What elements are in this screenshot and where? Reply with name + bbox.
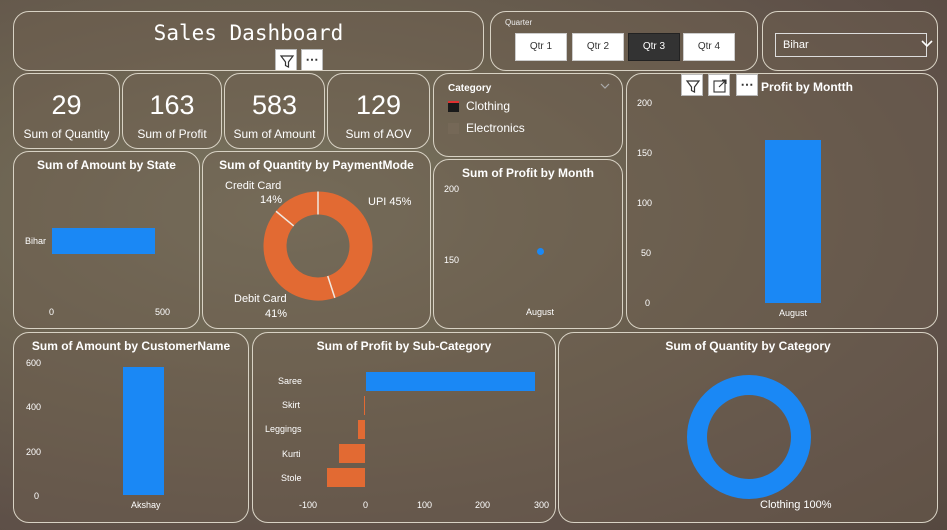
kpi-label: Sum of Quantity (23, 127, 110, 141)
category-slicer-title: Category (448, 83, 492, 94)
x-tick-label: 300 (534, 500, 550, 510)
bar[interactable] (357, 420, 366, 439)
quarter-option-q3[interactable]: Qtr 3 (628, 33, 680, 61)
state-slicer: Bihar (762, 11, 938, 71)
amount-by-customer-chart: Sum of Amount by CustomerName 600 400 20… (13, 332, 249, 523)
state-dropdown-value: Bihar (783, 39, 809, 51)
category-item-clothing[interactable]: Clothing (448, 99, 568, 115)
bar[interactable] (765, 140, 821, 303)
category-item-electronics[interactable]: Electronics (448, 121, 568, 137)
y-tick-label: Kurti (282, 449, 301, 459)
donut-slice-upi[interactable] (317, 191, 373, 298)
bar[interactable] (364, 396, 366, 415)
chart-title: Sum of Amount by State (37, 158, 176, 172)
chart-title: Sum of Amount by CustomerName (31, 339, 231, 353)
focus-mode-icon[interactable] (708, 74, 730, 96)
page-title: Sales Dashboard (153, 21, 344, 45)
x-tick-label: August (526, 307, 555, 317)
checkbox-checked-icon (448, 101, 459, 112)
more-options-icon[interactable]: ⋯ (301, 49, 323, 70)
x-tick-label: 200 (475, 500, 491, 510)
chart-title: Sum of Profit by Month (462, 166, 594, 180)
x-tick-label: -100 (299, 500, 318, 510)
y-tick-label: Skirt (282, 400, 300, 410)
y-tick-label: 200 (444, 184, 460, 194)
x-tick-label: August (779, 308, 808, 318)
kpi-card-profit: 163 Sum of Profit (122, 73, 222, 149)
donut-slice-credit-card[interactable] (276, 191, 319, 227)
data-label-upi: UPI 45% (368, 196, 412, 208)
state-dropdown[interactable]: Bihar (775, 33, 933, 57)
x-tick-label: 100 (417, 500, 433, 510)
y-tick-label: 0 (645, 298, 651, 308)
profit-by-month-bar-chart: Profit by Montth 200 150 100 50 0 August (626, 73, 938, 329)
x-tick-label: Akshay (131, 500, 161, 510)
y-tick-label: 50 (641, 248, 652, 258)
donut-slice-debit-card[interactable] (263, 211, 335, 301)
chart-title: Sum of Profit by Sub-Category (316, 339, 492, 353)
y-tick-label: 0 (34, 491, 40, 501)
title-panel: Sales Dashboard ⋯ (13, 11, 484, 71)
y-tick-label: Stole (281, 473, 302, 483)
quarter-label: Quarter (505, 18, 533, 27)
bar[interactable] (327, 468, 366, 487)
profit-by-month-scatter: Sum of Profit by Month 200 150 August (433, 159, 623, 329)
category-item-label: Electronics (466, 121, 525, 135)
category-slicer: Category Clothing Electronics (433, 73, 623, 157)
kpi-card-amount: 583 Sum of Amount (224, 73, 325, 149)
quantity-by-paymentmode-chart: Sum of Quantity by PaymentMode UPI 45% D… (202, 151, 431, 329)
bar[interactable] (52, 228, 155, 254)
kpi-value: 129 (355, 90, 402, 120)
category-donut (687, 375, 811, 499)
category-item-label: Clothing (466, 99, 511, 113)
x-tick-label: 500 (155, 307, 171, 317)
filter-icon[interactable] (681, 74, 703, 96)
kpi-value: 29 (51, 90, 82, 120)
data-label-clothing: Clothing 100% (760, 499, 832, 511)
quarter-option-q4[interactable]: Qtr 4 (683, 33, 735, 61)
kpi-card-quantity: 29 Sum of Quantity (13, 73, 120, 149)
y-tick-label: Bihar (25, 236, 47, 246)
data-label-debit-card: Debit Card (234, 293, 287, 305)
y-tick-label: 150 (637, 148, 653, 158)
quantity-by-category-chart: Sum of Quantity by Category Clothing 100… (558, 332, 938, 523)
quarter-slicer: Quarter Qtr 1 Qtr 2 Qtr 3 Qtr 4 (490, 11, 758, 71)
amount-by-state-chart: Sum of Amount by State Bihar 0 500 (13, 151, 200, 329)
profit-by-subcategory-chart: Sum of Profit by Sub-Category Saree Skir… (252, 332, 556, 523)
quarter-option-q2[interactable]: Qtr 2 (572, 33, 624, 61)
kpi-value: 163 (149, 90, 195, 120)
y-tick-label: 600 (26, 358, 42, 368)
kpi-label: Sum of AOV (345, 127, 412, 141)
kpi-label: Sum of Amount (233, 127, 316, 141)
y-tick-label: 200 (26, 447, 42, 457)
bar[interactable] (123, 366, 164, 495)
y-tick-label: 150 (444, 255, 460, 265)
y-tick-label: Leggings (265, 424, 302, 434)
data-label-debit-card-pct: 41% (265, 308, 288, 320)
data-label-credit-card-pct: 14% (260, 194, 283, 206)
donut-slice-clothing[interactable] (687, 375, 811, 499)
x-tick-label: 0 (363, 500, 369, 510)
bar[interactable] (365, 372, 536, 391)
checkbox-unchecked-icon (448, 123, 459, 134)
data-label-credit-card: Credit Card (225, 180, 282, 192)
chart-title: Profit by Montth (761, 80, 853, 94)
kpi-label: Sum of Profit (137, 127, 207, 141)
y-tick-label: 400 (26, 402, 42, 412)
y-tick-label: Saree (278, 376, 303, 386)
bar[interactable] (339, 444, 366, 463)
filter-icon[interactable] (275, 49, 297, 70)
y-tick-label: 100 (637, 198, 653, 208)
data-point[interactable] (537, 248, 544, 256)
more-options-icon[interactable]: ⋯ (736, 74, 758, 96)
x-tick-label: 0 (49, 307, 55, 317)
quarter-option-q1[interactable]: Qtr 1 (515, 33, 567, 61)
kpi-value: 583 (251, 90, 298, 120)
y-tick-label: 200 (637, 98, 653, 108)
kpi-card-aov: 129 Sum of AOV (327, 73, 430, 149)
